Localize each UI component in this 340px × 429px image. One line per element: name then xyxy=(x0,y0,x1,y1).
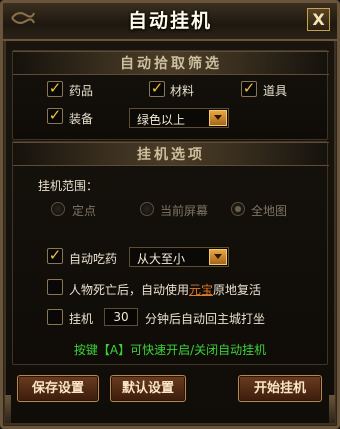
check-icon: ✓ xyxy=(48,79,62,97)
check-icon: ✓ xyxy=(242,79,256,97)
checkbox-medicine[interactable]: ✓ xyxy=(47,81,63,97)
return-city-label: 挂机 xyxy=(69,312,94,326)
dropdown-button[interactable] xyxy=(209,249,227,265)
potion-order-dropdown[interactable]: 从大至小 xyxy=(129,247,229,267)
revive-prefix: 人物死亡后，自动使用 xyxy=(69,283,190,297)
equipment-quality-value: 绿色以上 xyxy=(137,113,186,127)
right-ornament xyxy=(329,395,335,423)
save-settings-button[interactable]: 保存设置 xyxy=(17,375,99,402)
minutes-input[interactable]: 30 xyxy=(104,308,138,326)
chevron-down-icon xyxy=(214,254,222,259)
auto-potion-label: 自动吃药 xyxy=(69,252,118,266)
radio-current-screen-label: 当前屏幕 xyxy=(160,204,209,218)
close-button[interactable]: X xyxy=(307,8,330,31)
range-label: 挂机范围： xyxy=(38,179,99,193)
radio-current-screen[interactable] xyxy=(140,202,154,216)
check-icon: ✓ xyxy=(48,106,62,124)
potion-order-value: 从大至小 xyxy=(137,252,186,266)
material-label: 材料 xyxy=(170,84,195,98)
checkbox-material[interactable]: ✓ xyxy=(149,81,165,97)
equipment-label: 装备 xyxy=(69,112,94,126)
return-city-suffix: 分钟后自动回主城打坐 xyxy=(145,312,266,326)
radio-whole-map[interactable] xyxy=(231,202,245,216)
radio-whole-map-label: 全地图 xyxy=(251,204,288,218)
start-auto-button[interactable]: 开始挂机 xyxy=(238,375,322,402)
options-header: 挂机选项 xyxy=(13,142,329,166)
radio-fixed-point[interactable] xyxy=(51,202,65,216)
radio-fixed-point-label: 定点 xyxy=(72,204,97,218)
checkbox-item[interactable]: ✓ xyxy=(241,81,257,97)
checkbox-return-city[interactable] xyxy=(47,309,63,325)
dropdown-button[interactable] xyxy=(209,110,227,126)
revive-suffix: 原地复活 xyxy=(213,283,262,297)
hotkey-hint: 按键【A】可快速开启/关闭自动挂机 xyxy=(73,343,267,357)
check-icon: ✓ xyxy=(48,246,62,264)
checkbox-equipment[interactable]: ✓ xyxy=(47,108,63,124)
chevron-down-icon xyxy=(214,115,222,120)
revive-label: 人物死亡后，自动使用元宝原地复活 xyxy=(69,281,261,298)
checkbox-auto-potion[interactable]: ✓ xyxy=(47,248,63,264)
close-icon: X xyxy=(312,10,325,29)
left-ornament xyxy=(5,395,11,423)
checkbox-revive[interactable] xyxy=(47,279,63,295)
check-icon: ✓ xyxy=(150,79,164,97)
yuanbao-link[interactable]: 元宝 xyxy=(189,283,213,297)
equipment-quality-dropdown[interactable]: 绿色以上 xyxy=(129,108,229,128)
default-settings-button[interactable]: 默认设置 xyxy=(110,375,186,402)
window-title: 自动挂机 xyxy=(127,10,212,32)
medicine-label: 药品 xyxy=(69,84,94,98)
pickup-header: 自动拾取筛选 xyxy=(13,51,329,75)
item-label: 道具 xyxy=(263,84,288,98)
